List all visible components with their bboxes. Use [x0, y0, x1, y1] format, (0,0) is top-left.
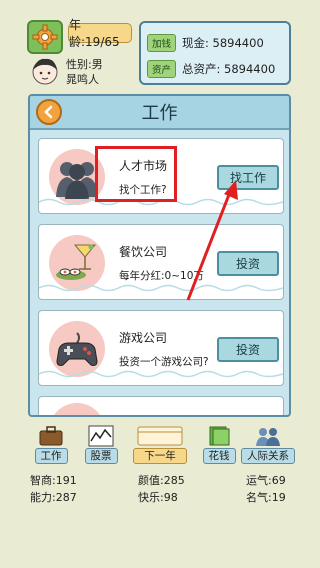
settings-button[interactable] — [27, 20, 63, 54]
back-arrow-icon — [44, 105, 53, 119]
gear-icon — [32, 24, 58, 50]
toolbar-label: 工作 — [34, 448, 68, 464]
toolbar-relations-button[interactable]: 人际关系 — [241, 424, 295, 464]
card-partial — [38, 396, 284, 415]
stat-luck: 运气:69 — [246, 474, 286, 487]
stat-intellect: 智商:191 — [30, 474, 77, 487]
toolbar-work-button[interactable]: 工作 — [29, 424, 73, 464]
briefcase-icon — [36, 424, 66, 448]
toolbar-label: 人际关系 — [241, 448, 295, 464]
stat-ability: 能力:287 — [30, 491, 77, 504]
invest-catering-button[interactable]: 投资 — [217, 251, 279, 276]
stat-happiness: 快乐:98 — [138, 491, 178, 504]
assets-row: 资产 总资产: 5894400 — [147, 60, 275, 78]
back-button[interactable] — [36, 99, 62, 125]
partial-card-icon — [49, 403, 105, 415]
wave-decoration — [39, 370, 283, 378]
toolbar-label: 下一年 — [133, 448, 187, 464]
cash-value: 现金: 5894400 — [182, 36, 264, 50]
people-icon — [253, 424, 283, 448]
wave-decoration — [39, 284, 283, 292]
find-job-button[interactable]: 找工作 — [217, 165, 279, 190]
card-title: 餐饮公司 — [119, 245, 168, 259]
card-game-company: 游戏公司 投资一个游戏公司? 投资 — [38, 310, 284, 386]
assets-tag[interactable]: 资产 — [147, 60, 177, 78]
total-assets-value: 总资产: 5894400 — [182, 62, 276, 76]
add-cash-tag[interactable]: 加钱 — [147, 34, 177, 52]
stock-chart-icon — [86, 424, 116, 448]
bottom-toolbar: 工作 股票 下一年 花钱 人际关系 — [27, 424, 295, 464]
work-panel: 工作 人才市场 找个工作? 找工作 餐饮公司 每年分红:0~10万 投资 游戏公… — [28, 94, 291, 417]
toolbar-label: 花钱 — [202, 448, 236, 464]
card-subtitle: 投资一个游戏公司? — [119, 356, 209, 368]
toolbar-spend-button[interactable]: 花钱 — [199, 424, 239, 464]
invest-game-button[interactable]: 投资 — [217, 337, 279, 362]
stat-fame: 名气:19 — [246, 491, 286, 504]
toolbar-next-year-button[interactable]: 下一年 — [127, 424, 193, 464]
stat-looks: 颜值:285 — [138, 474, 185, 487]
avatar-icon — [32, 58, 58, 85]
cash-row: 加钱 现金: 5894400 — [147, 34, 264, 52]
avatar[interactable] — [27, 56, 63, 88]
panel-title: 工作 — [141, 103, 178, 124]
gender-label: 性别:男 — [66, 58, 103, 71]
money-panel: 加钱 现金: 5894400 资产 总资产: 5894400 — [139, 21, 291, 85]
age-badge: 年龄:19/65 — [68, 18, 132, 49]
calendar-icon — [132, 424, 188, 448]
panel-header: 工作 — [30, 96, 289, 130]
card-catering-company: 餐饮公司 每年分红:0~10万 投资 — [38, 224, 284, 300]
toolbar-stocks-button[interactable]: 股票 — [79, 424, 123, 464]
card-title: 游戏公司 — [119, 331, 168, 345]
toolbar-label: 股票 — [84, 448, 118, 464]
money-icon — [204, 424, 234, 448]
highlight-box — [95, 146, 177, 202]
player-name: 晁鸣人 — [66, 73, 99, 86]
card-subtitle: 每年分红:0~10万 — [119, 270, 204, 282]
